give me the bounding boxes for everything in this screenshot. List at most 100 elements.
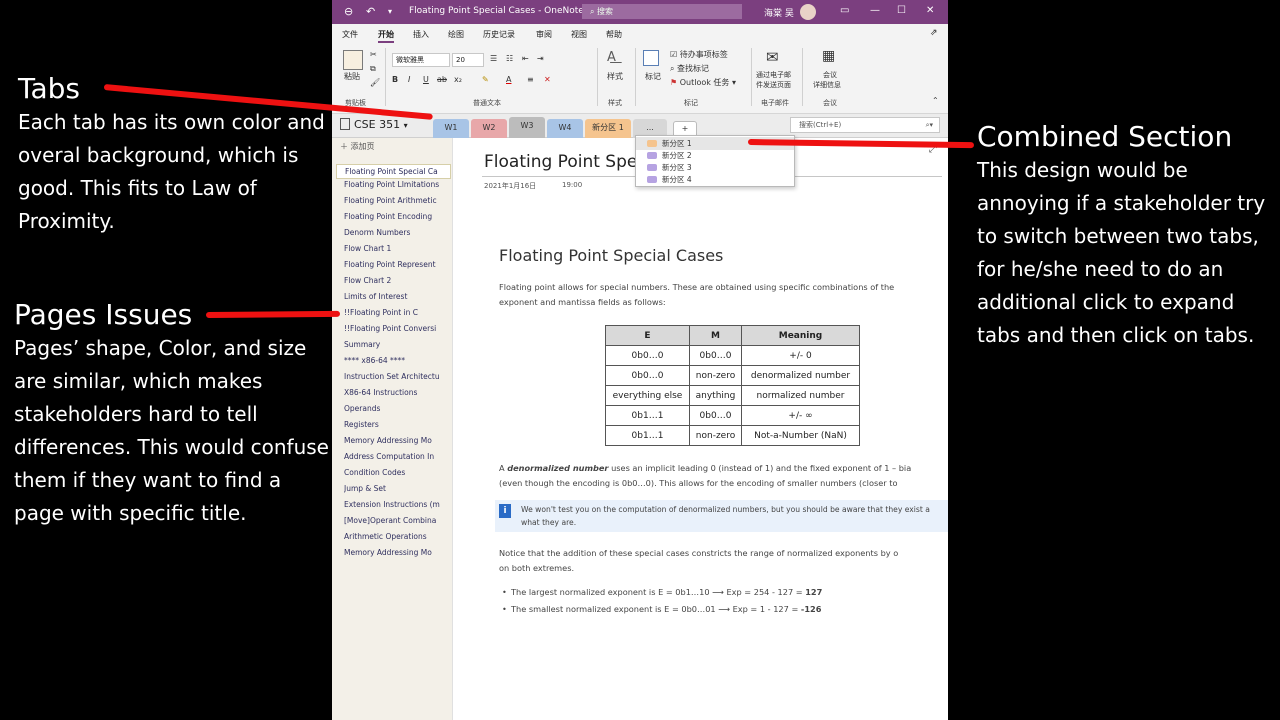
format-painter-icon[interactable]: 🖌 <box>370 78 380 87</box>
page-item[interactable]: Summary <box>344 340 448 349</box>
close-icon[interactable]: ✕ <box>926 5 934 16</box>
outlook-tasks-button[interactable]: ⚑ Outlook 任务 ▾ <box>670 77 736 88</box>
strikethrough-icon[interactable]: ab <box>437 75 447 84</box>
todo-checkbox-icon: ☑ <box>670 50 678 59</box>
page-item[interactable]: Denorm Numbers <box>344 228 448 237</box>
todo-tag-button[interactable]: ☑ 待办事项标签 <box>670 49 728 60</box>
page-item[interactable]: Condition Codes <box>344 468 448 477</box>
page-item[interactable]: **** x86-64 **** <box>344 356 448 365</box>
indent-icon[interactable]: ⇥ <box>537 54 544 63</box>
menu-draw[interactable]: 绘图 <box>448 29 464 40</box>
denorm-term: denormalized number <box>507 463 609 473</box>
outdent-icon[interactable]: ⇤ <box>522 54 529 63</box>
dropdown-section-item[interactable]: 新分区 4 <box>636 173 794 186</box>
bullet-list-icon[interactable]: ☰ <box>490 54 497 63</box>
bold-icon[interactable]: B <box>392 75 398 84</box>
page-item[interactable]: Jump & Set <box>344 484 448 493</box>
meeting-details-button-line2[interactable]: 详细信息 <box>813 80 841 90</box>
section-tab-w1[interactable]: W1 <box>433 119 469 138</box>
copy-icon[interactable]: ⧉ <box>370 64 376 74</box>
page-item[interactable]: Flow Chart 1 <box>344 244 448 253</box>
paste-icon[interactable] <box>343 50 363 70</box>
title-search-box[interactable]: ⌕ 搜索 <box>582 4 742 19</box>
page-item[interactable]: Instruction Set Architectu <box>344 372 448 381</box>
back-icon[interactable]: ⊖ <box>344 5 353 19</box>
page-item[interactable]: Limits of Interest <box>344 292 448 301</box>
tag-checkbox-icon[interactable] <box>643 50 659 66</box>
minimize-icon[interactable]: — <box>870 5 880 16</box>
underline-icon[interactable]: U <box>423 75 429 84</box>
page-item[interactable]: !!Floating Point in C <box>344 308 448 317</box>
menu-help[interactable]: 帮助 <box>606 29 622 40</box>
add-section-tab[interactable]: + <box>673 121 697 136</box>
menu-history[interactable]: 历史记录 <box>483 29 515 40</box>
section-color-swatch <box>647 152 657 159</box>
undo-icon[interactable]: ↶ <box>366 5 375 19</box>
font-size-select[interactable]: 20 <box>452 53 484 67</box>
styles-icon[interactable]: A͟ <box>607 50 616 65</box>
collapse-ribbon-icon[interactable]: ⌃ <box>932 96 939 105</box>
menu-insert[interactable]: 插入 <box>413 29 429 40</box>
ribbon-separator <box>385 48 386 106</box>
user-name[interactable]: 海棠 吴 <box>764 6 794 19</box>
page-item[interactable]: Floating Point Represent <box>344 260 448 269</box>
page-item[interactable]: !!Floating Point Conversi <box>344 324 448 333</box>
avatar[interactable] <box>800 4 816 20</box>
notebook-selector[interactable]: CSE 351 ▾ <box>340 118 408 131</box>
share-icon[interactable]: ⇗ <box>930 28 938 38</box>
notice-line-2: on both extremes. <box>499 563 575 573</box>
maximize-icon[interactable]: ☐ <box>897 5 906 16</box>
menu-home[interactable]: 开始 <box>378 29 394 43</box>
find-tags-button[interactable]: ⌕ 查找标记 <box>670 63 709 74</box>
notebook-search-input[interactable]: 搜索(Ctrl+E) ⌕▾ <box>790 117 940 133</box>
page-item[interactable]: Memory Addressing Mo <box>344 548 448 557</box>
menu-file[interactable]: 文件 <box>342 29 358 40</box>
menu-review[interactable]: 审阅 <box>536 29 552 40</box>
table-row: everything else anything normalized number <box>605 385 860 406</box>
section-tab-w3[interactable]: W3 <box>509 117 545 138</box>
numbered-list-icon[interactable]: ☷ <box>506 54 513 63</box>
page-item[interactable]: Extension Instructions (m <box>344 500 448 509</box>
italic-icon[interactable]: I <box>408 75 410 84</box>
align-icon[interactable]: ≡ <box>527 75 534 84</box>
page-item[interactable]: Operands <box>344 404 448 413</box>
page-item[interactable]: Floating Point Encoding <box>344 212 448 221</box>
email-page-button-line2[interactable]: 件发送页面 <box>756 80 791 90</box>
clear-format-icon[interactable]: ✕ <box>544 75 551 84</box>
page-item[interactable]: Floating Point Arithmetic <box>344 196 448 205</box>
page-item-selected[interactable]: Floating Point Special Ca <box>336 164 451 179</box>
paste-button[interactable]: 粘贴 <box>344 71 360 82</box>
page-item[interactable]: Flow Chart 2 <box>344 276 448 285</box>
font-color-icon[interactable]: A <box>506 75 511 84</box>
subscript-icon[interactable]: x₂ <box>454 75 462 84</box>
meeting-details-icon[interactable]: ▦ <box>822 48 835 64</box>
meeting-details-button-line1[interactable]: 会议 <box>823 70 837 80</box>
page-title[interactable]: Floating Point Spe <box>484 152 637 172</box>
outlook-tasks-label: Outlook 任务 <box>679 78 730 87</box>
tag-button[interactable]: 标记 <box>645 71 661 82</box>
add-page-label: 添加页 <box>350 142 375 151</box>
section-tab-w2[interactable]: W2 <box>471 119 507 138</box>
cut-icon[interactable]: ✂ <box>370 50 377 59</box>
page-item[interactable]: Memory Addressing Mo <box>344 436 448 445</box>
page-item[interactable]: Floating Point LImitations <box>344 180 448 189</box>
meeting-group-label: 会议 <box>823 99 837 107</box>
page-item[interactable]: X86-64 Instructions <box>344 388 448 397</box>
page-item[interactable]: Arithmetic Operations <box>344 532 448 541</box>
highlight-icon[interactable]: ✎ <box>482 75 489 84</box>
font-family-select[interactable]: 微软雅黑 <box>392 53 450 67</box>
add-page-button[interactable]: ＋ 添加页 <box>340 141 375 152</box>
email-page-button-line1[interactable]: 通过电子邮 <box>756 70 791 80</box>
table-cell: 0b1…1 <box>605 405 690 426</box>
dropdown-icon[interactable]: ▾ <box>388 5 392 19</box>
section-tab-new1[interactable]: 新分区 1 <box>585 119 631 138</box>
page-item[interactable]: [Move]Operant Combina <box>344 516 448 525</box>
denorm-line-1: A denormalized number uses an implicit l… <box>499 461 911 476</box>
page-item[interactable]: Registers <box>344 420 448 429</box>
styles-button[interactable]: 样式 <box>607 71 623 82</box>
ribbon-display-icon[interactable]: ▭ <box>840 5 849 16</box>
menu-view[interactable]: 视图 <box>571 29 587 40</box>
email-page-icon[interactable]: ✉ <box>766 48 779 66</box>
page-item[interactable]: Address Computation In <box>344 452 448 461</box>
section-tab-w4[interactable]: W4 <box>547 119 583 138</box>
